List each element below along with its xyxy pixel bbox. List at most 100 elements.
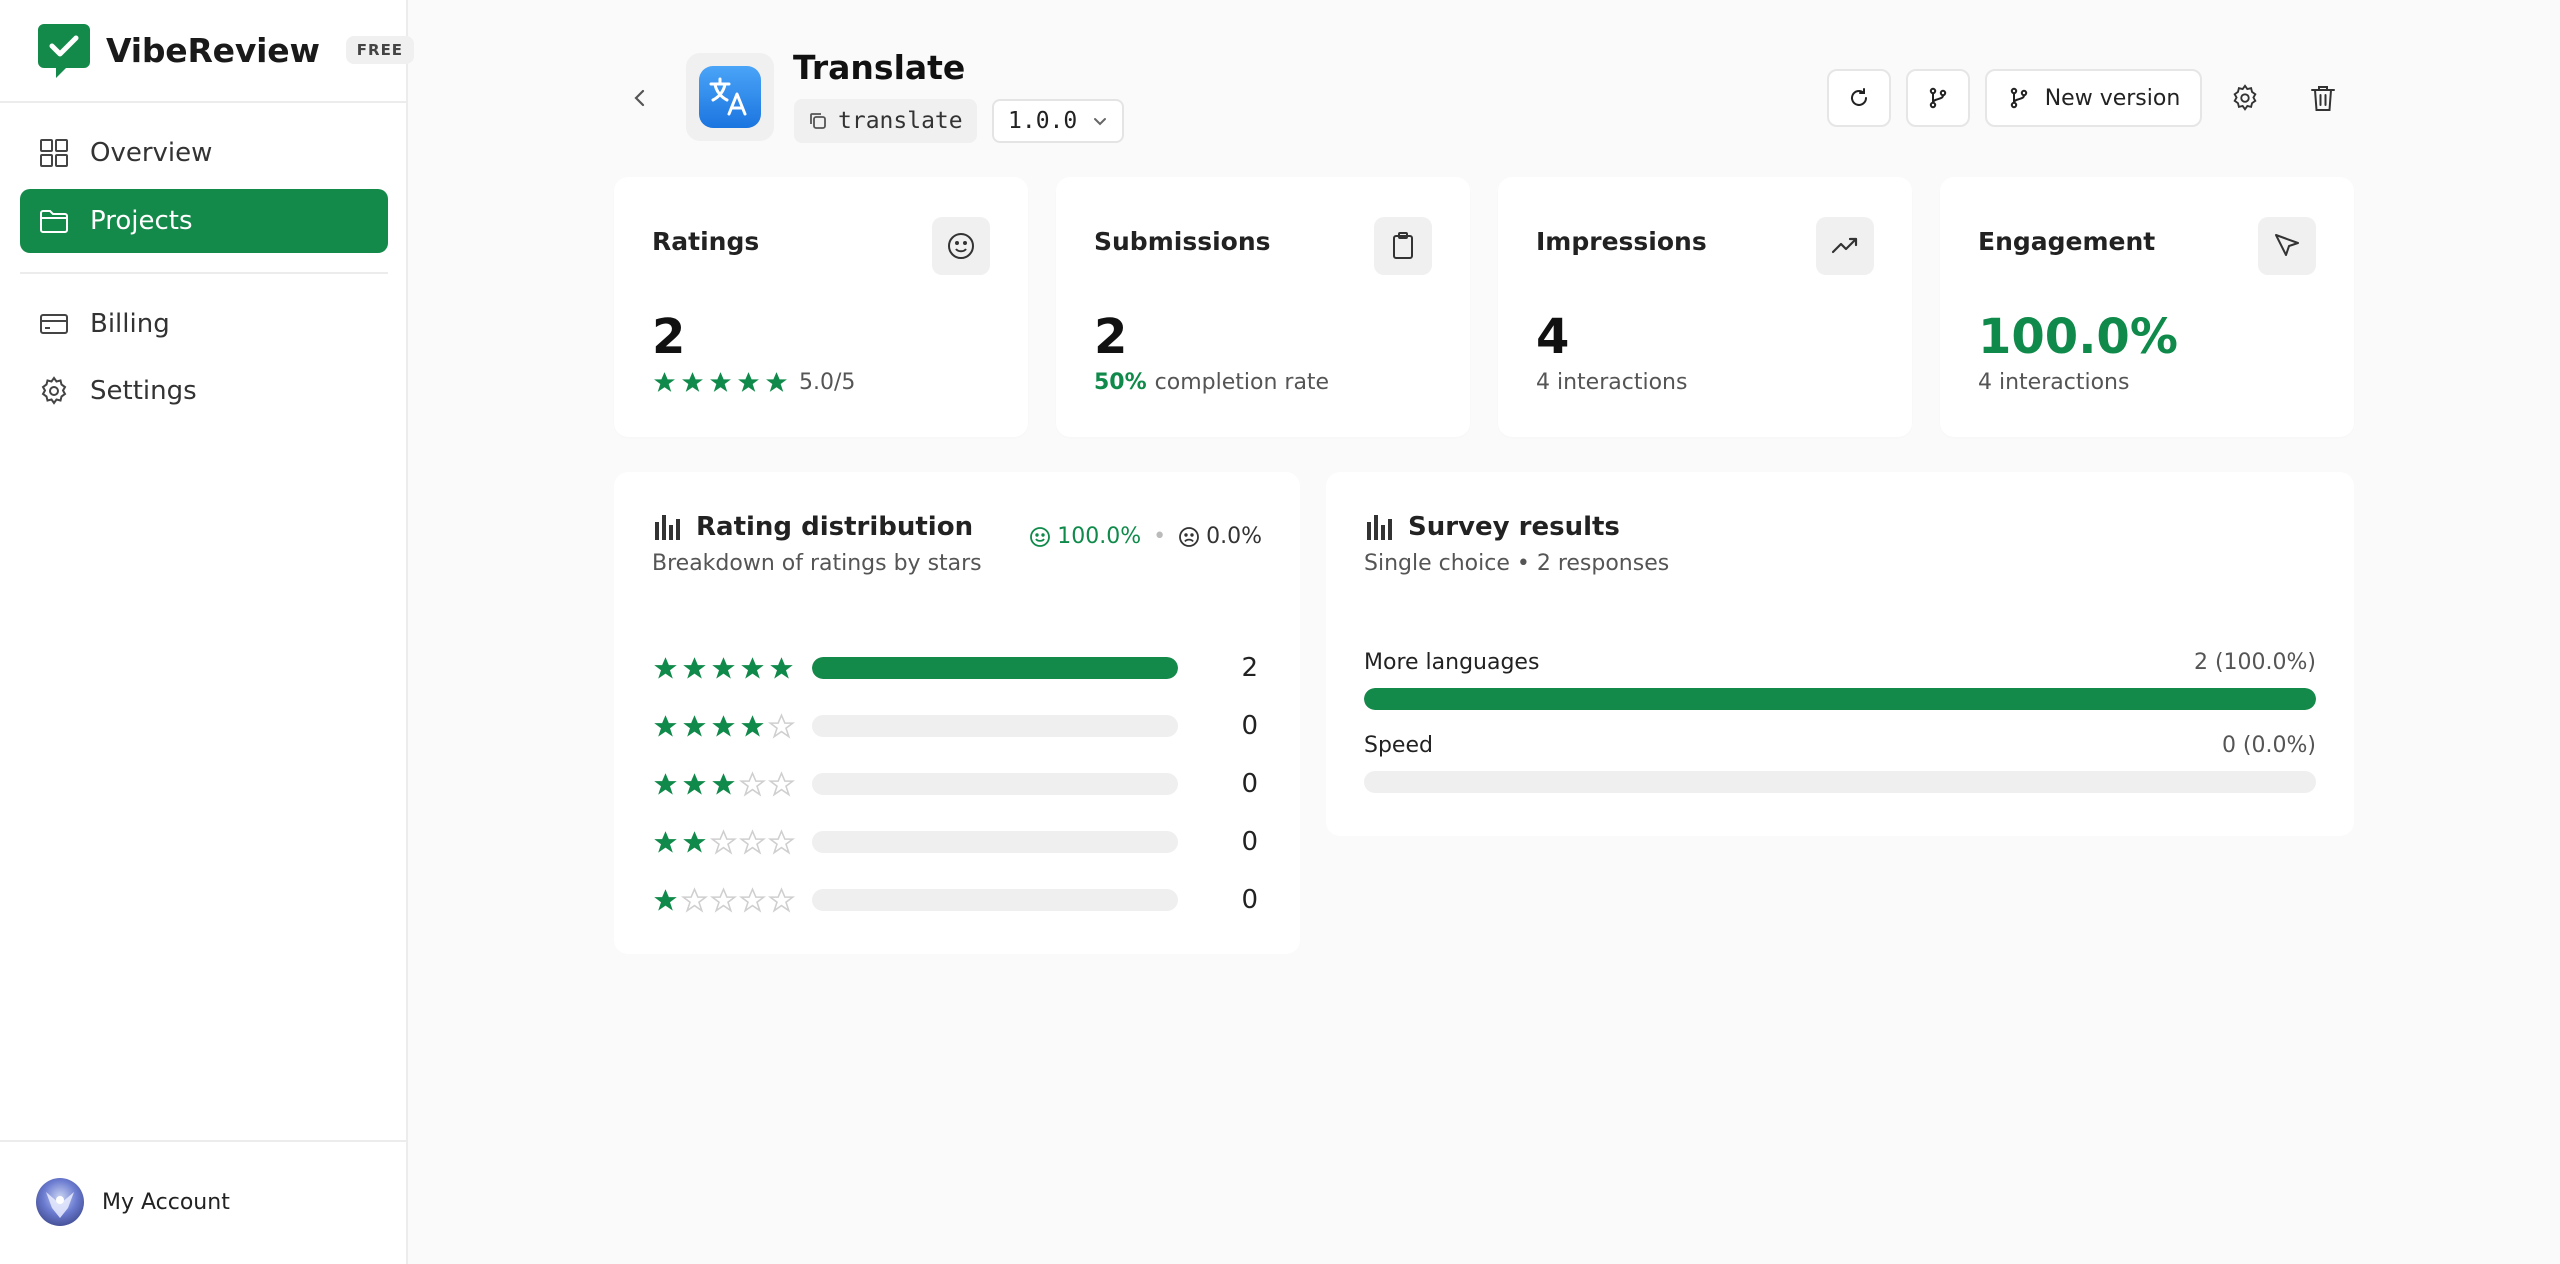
negative-sentiment: 0.0% <box>1178 524 1262 549</box>
star-icon <box>654 714 677 737</box>
completion-rate: 50% <box>1094 370 1147 395</box>
survey-option-label: Speed <box>1364 733 1433 758</box>
panel-subtitle: Breakdown of ratings by stars <box>652 551 982 576</box>
account-label: My Account <box>102 1189 230 1215</box>
plan-badge: FREE <box>345 36 415 64</box>
app-icon <box>686 53 774 141</box>
stat-card-submissions: Submissions 2 50% completion rate <box>1056 177 1470 437</box>
rating-row: 0 <box>652 880 1258 920</box>
version-select[interactable]: 1.0.0 <box>992 99 1124 143</box>
stat-title: Submissions <box>1094 227 1271 256</box>
stat-card-engagement: Engagement 100.0% 4 interactions <box>1940 177 2354 437</box>
rating-bar-fill <box>812 657 1178 679</box>
refresh-icon <box>1851 88 1867 106</box>
rating-bar <box>812 773 1178 795</box>
sidebar-item-billing[interactable]: Billing <box>20 292 388 356</box>
new-version-button[interactable]: New version <box>1985 69 2202 127</box>
account-menu[interactable]: My Account <box>36 1178 230 1226</box>
star-outline-icon <box>768 828 795 855</box>
star-icon <box>766 372 787 392</box>
star-icon <box>682 372 703 392</box>
trending-up-icon <box>1816 217 1874 275</box>
separator-dot: • <box>1153 524 1167 549</box>
stat-value: 2 <box>1094 309 1128 365</box>
sidebar-item-label: Projects <box>90 206 193 236</box>
rating-text: 5.0/5 <box>799 370 856 395</box>
star-icon <box>683 772 706 795</box>
brand[interactable]: VibeReview FREE <box>38 22 415 78</box>
star-icon <box>654 656 677 679</box>
star-icon <box>654 772 677 795</box>
survey-option-label: More languages <box>1364 650 1540 675</box>
copy-icon <box>810 113 826 129</box>
rating-stars <box>652 370 789 395</box>
stat-card-impressions: Impressions 4 4 interactions <box>1498 177 1912 437</box>
chevron-left-icon <box>634 89 645 107</box>
back-button[interactable] <box>620 78 660 118</box>
star-icon <box>741 714 764 737</box>
star-outline-icon <box>681 886 708 913</box>
star-icon <box>738 372 759 392</box>
star-outline-icon <box>710 828 737 855</box>
bar-chart-icon <box>1367 515 1392 540</box>
sidebar: VibeReview FREE Overview Projects Billin… <box>0 0 415 1264</box>
stat-sub: 5.0/5 <box>652 370 855 395</box>
survey-results-panel: Survey results Single choice • 2 respons… <box>1326 472 2354 836</box>
rating-bar <box>812 889 1178 911</box>
panel-title-text: Survey results <box>1408 512 1620 542</box>
rating-bar <box>812 715 1178 737</box>
star-icon <box>654 888 677 911</box>
sidebar-item-settings[interactable]: Settings <box>20 359 388 423</box>
sidebar-divider <box>20 272 388 274</box>
star-icon <box>741 656 764 679</box>
sidebar-item-label: Overview <box>90 138 213 168</box>
gear-icon <box>2233 84 2257 111</box>
sidebar-divider <box>0 1140 408 1142</box>
rating-count: 0 <box>1241 711 1258 741</box>
stat-sub: 4 interactions <box>1536 370 1688 395</box>
smile-icon <box>1030 526 1051 547</box>
rating-count: 0 <box>1241 827 1258 857</box>
rating-count: 0 <box>1241 769 1258 799</box>
star-outline-icon <box>768 886 795 913</box>
slug-text: translate <box>838 108 963 134</box>
stat-card-ratings: Ratings 2 5.0/5 <box>614 177 1028 437</box>
star-icon <box>770 656 793 679</box>
logo-icon <box>38 24 90 78</box>
rating-bar <box>812 831 1178 853</box>
stat-title: Engagement <box>1978 227 2156 256</box>
smile-icon <box>932 217 990 275</box>
star-icon <box>654 830 677 853</box>
negative-value: 0.0% <box>1206 524 1262 549</box>
survey-option: Speed 0 (0.0%) <box>1364 733 2316 795</box>
avatar <box>36 1178 84 1226</box>
frown-icon <box>1179 526 1199 547</box>
chevron-down-icon <box>1094 118 1106 126</box>
new-version-label: New version <box>2044 85 2181 111</box>
copy-slug-button[interactable]: translate <box>794 99 977 143</box>
git-branch-icon <box>2010 87 2027 109</box>
stat-value: 2 <box>652 309 686 365</box>
star-icon <box>683 830 706 853</box>
clipboard-icon <box>1374 217 1432 275</box>
folder-icon <box>40 210 68 233</box>
settings-button[interactable] <box>2225 78 2265 118</box>
rating-stars <box>652 655 796 682</box>
stat-value: 4 <box>1536 309 1570 365</box>
refresh-button[interactable] <box>1827 69 1891 127</box>
star-outline-icon <box>739 828 766 855</box>
star-outline-icon <box>768 712 795 739</box>
star-icon <box>712 656 735 679</box>
grid-icon <box>40 139 68 167</box>
positive-value: 100.0% <box>1057 524 1142 549</box>
star-icon <box>683 714 706 737</box>
rating-stars <box>652 712 796 740</box>
sidebar-item-overview[interactable]: Overview <box>20 121 388 185</box>
star-outline-icon <box>739 770 766 797</box>
delete-button[interactable] <box>2303 78 2343 118</box>
branch-button[interactable] <box>1906 69 1970 127</box>
sidebar-item-label: Billing <box>90 309 170 339</box>
git-branch-icon <box>1929 87 1947 109</box>
stat-sub: 4 interactions <box>1978 370 2130 395</box>
sidebar-item-projects[interactable]: Projects <box>20 189 388 253</box>
